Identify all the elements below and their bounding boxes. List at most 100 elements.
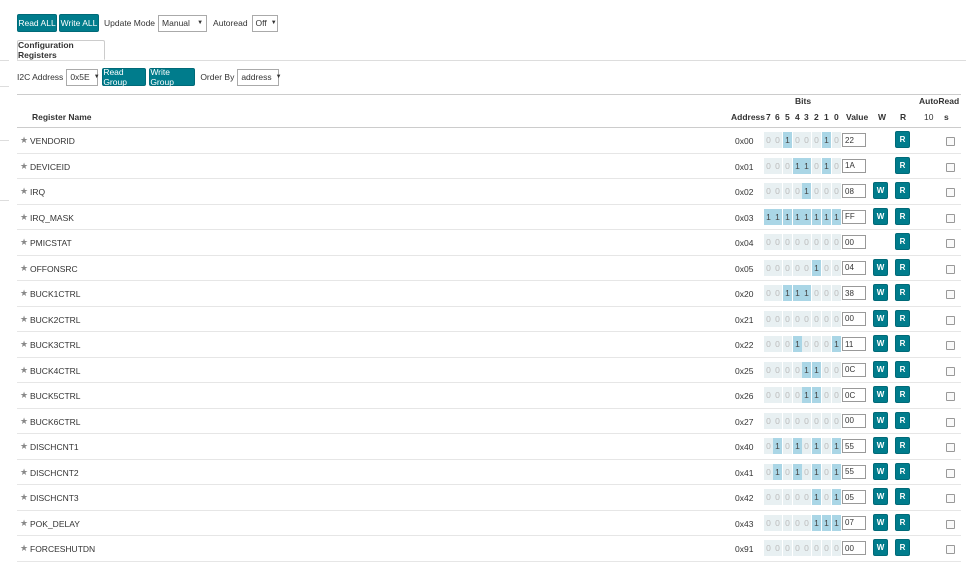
bit-toggle[interactable]: 1 <box>822 132 831 148</box>
bit-toggle[interactable]: 1 <box>793 336 802 352</box>
bit-toggle[interactable]: 1 <box>802 208 811 225</box>
read-register-button[interactable]: R <box>895 539 910 556</box>
bit-toggle[interactable]: 0 <box>764 540 773 556</box>
bit-toggle[interactable]: 0 <box>802 336 811 352</box>
bit-toggle[interactable]: 1 <box>783 132 792 148</box>
bit-toggle[interactable]: 0 <box>832 132 841 148</box>
autoread-checkbox[interactable] <box>946 519 955 529</box>
bit-toggle[interactable]: 0 <box>793 489 802 505</box>
bit-toggle[interactable]: 1 <box>822 514 831 531</box>
write-register-button[interactable]: W <box>873 207 888 225</box>
bit-toggle[interactable]: 0 <box>773 489 782 505</box>
register-value-input[interactable]: 0C <box>842 362 866 377</box>
read-register-button[interactable]: R <box>895 513 910 531</box>
star-icon[interactable]: ★ <box>20 492 28 503</box>
bit-toggle[interactable]: 0 <box>822 361 831 378</box>
autoread-checkbox[interactable] <box>946 494 955 503</box>
autoread-checkbox[interactable] <box>946 213 955 223</box>
bit-toggle[interactable]: 1 <box>773 463 782 480</box>
read-register-button[interactable]: R <box>895 309 910 327</box>
bit-toggle[interactable]: 1 <box>783 208 792 225</box>
bit-toggle[interactable]: 1 <box>822 157 831 174</box>
autoread-checkbox[interactable] <box>946 188 955 197</box>
register-value-input[interactable]: 00 <box>842 235 866 249</box>
autoread-checkbox[interactable] <box>946 443 955 452</box>
register-value-input[interactable]: 00 <box>842 413 866 428</box>
read-register-button[interactable]: R <box>895 233 910 250</box>
autoread-checkbox[interactable] <box>946 239 955 248</box>
bit-toggle[interactable]: 0 <box>793 514 802 531</box>
star-icon[interactable]: ★ <box>20 288 28 299</box>
bit-toggle[interactable]: 0 <box>773 412 782 429</box>
bit-toggle[interactable]: 0 <box>812 412 821 429</box>
star-icon[interactable]: ★ <box>20 135 28 146</box>
bit-toggle[interactable]: 0 <box>832 387 841 403</box>
read-group-button[interactable]: Read Group <box>102 67 147 87</box>
bit-toggle[interactable]: 0 <box>802 438 811 454</box>
bit-toggle[interactable]: 0 <box>783 540 792 556</box>
bit-toggle[interactable]: 1 <box>812 259 821 276</box>
bit-toggle[interactable]: 0 <box>773 336 782 352</box>
read-register-button[interactable]: R <box>895 131 910 148</box>
autoread-checkbox[interactable] <box>946 341 955 350</box>
star-icon[interactable]: ★ <box>20 186 28 197</box>
bit-toggle[interactable]: 0 <box>832 234 841 250</box>
bit-toggle[interactable]: 0 <box>802 489 811 505</box>
star-icon[interactable]: ★ <box>20 543 28 554</box>
bit-toggle[interactable]: 0 <box>783 234 792 250</box>
autoread-select[interactable]: Off ▼ <box>251 14 278 32</box>
bit-toggle[interactable]: 1 <box>822 208 831 225</box>
bit-toggle[interactable]: 0 <box>783 438 792 454</box>
write-register-button[interactable]: W <box>873 488 888 505</box>
bit-toggle[interactable]: 1 <box>793 438 802 454</box>
bit-toggle[interactable]: 0 <box>764 412 773 429</box>
bit-toggle[interactable]: 0 <box>773 387 782 403</box>
bit-toggle[interactable]: 0 <box>764 438 773 454</box>
bit-toggle[interactable]: 0 <box>764 336 773 352</box>
autoread-checkbox[interactable] <box>946 545 955 554</box>
write-all-button[interactable]: Write ALL <box>59 14 99 32</box>
register-value-input[interactable]: 08 <box>842 184 866 198</box>
bit-toggle[interactable]: 1 <box>812 387 821 403</box>
bit-toggle[interactable]: 0 <box>773 285 782 301</box>
bit-toggle[interactable]: 0 <box>822 438 831 454</box>
bit-toggle[interactable]: 0 <box>773 514 782 531</box>
bit-toggle[interactable]: 0 <box>783 489 792 505</box>
bit-toggle[interactable]: 0 <box>812 285 821 301</box>
star-icon[interactable]: ★ <box>20 263 28 274</box>
update-mode-select[interactable]: Manual ▼ <box>158 14 208 32</box>
register-value-input[interactable]: 05 <box>842 490 866 504</box>
bit-toggle[interactable]: 1 <box>802 183 811 199</box>
bit-toggle[interactable]: 1 <box>802 387 811 403</box>
bit-toggle[interactable]: 0 <box>783 310 792 327</box>
bit-toggle[interactable]: 0 <box>802 259 811 276</box>
bit-toggle[interactable]: 0 <box>793 183 802 199</box>
read-register-button[interactable]: R <box>895 386 910 403</box>
bit-toggle[interactable]: 1 <box>812 489 821 505</box>
autoread-checkbox[interactable] <box>946 315 955 325</box>
bit-toggle[interactable]: 0 <box>802 514 811 531</box>
bit-toggle[interactable]: 0 <box>802 412 811 429</box>
bit-toggle[interactable]: 1 <box>773 438 782 454</box>
star-icon[interactable]: ★ <box>20 237 28 248</box>
bit-toggle[interactable]: 0 <box>822 463 831 480</box>
bit-toggle[interactable]: 0 <box>783 412 792 429</box>
read-register-button[interactable]: R <box>895 437 910 454</box>
write-register-button[interactable]: W <box>873 539 888 556</box>
bit-toggle[interactable]: 0 <box>793 412 802 429</box>
bit-toggle[interactable]: 0 <box>773 540 782 556</box>
bit-toggle[interactable]: 0 <box>822 310 831 327</box>
bit-toggle[interactable]: 0 <box>764 259 773 276</box>
star-icon[interactable]: ★ <box>20 161 28 172</box>
bit-toggle[interactable]: 1 <box>812 514 821 531</box>
bit-toggle[interactable]: 0 <box>822 540 831 556</box>
bit-toggle[interactable]: 0 <box>802 234 811 250</box>
bit-toggle[interactable]: 0 <box>764 387 773 403</box>
bit-toggle[interactable]: 0 <box>802 310 811 327</box>
bit-toggle[interactable]: 1 <box>764 208 773 225</box>
bit-toggle[interactable]: 0 <box>832 310 841 327</box>
bit-toggle[interactable]: 0 <box>822 183 831 199</box>
bit-toggle[interactable]: 0 <box>812 157 821 174</box>
bit-toggle[interactable]: 0 <box>783 514 792 531</box>
autoread-checkbox[interactable] <box>946 468 955 478</box>
